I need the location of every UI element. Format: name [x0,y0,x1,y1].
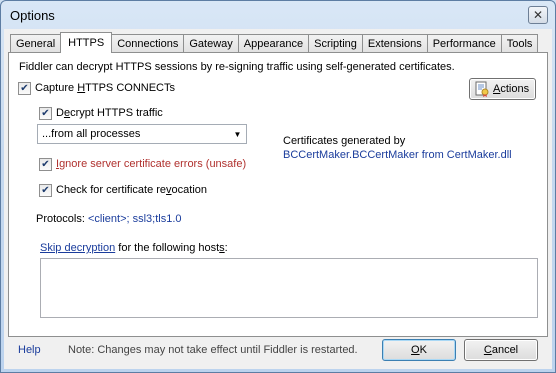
chevron-down-icon: ▼ [233,129,242,139]
capture-https-label[interactable]: Capture HTTPS CONNECTs [35,82,175,94]
close-button[interactable]: ✕ [528,6,548,24]
label-part: ancel [491,344,519,356]
tab-label: Appearance [243,37,304,50]
label-part: Capture [35,82,78,94]
tab-label: Gateway [189,37,233,50]
access-key: O [411,344,420,356]
tab-https[interactable]: HTTPS [60,32,113,53]
tab-label: Extensions [367,37,422,50]
dialog-client: General HTTPS Connections Gateway Appear… [4,29,552,369]
cert-info-line2: BCCertMaker.BCCertMaker from CertMaker.d… [283,149,512,161]
checkmark-icon: ✔ [41,158,50,170]
skip-decryption-row: Skip decryption for the following hosts: [40,242,228,254]
protocols-row: Protocols: <client>; ssl3;tls1.0 [36,213,182,225]
options-window: Options ✕ General HTTPS Connections Gate… [0,0,556,373]
tab-extensions[interactable]: Extensions [361,34,428,52]
help-link[interactable]: Help [18,344,41,356]
check-revocation-checkbox[interactable]: ✔ [39,184,52,197]
cancel-button[interactable]: Cancel [464,339,538,361]
checkmark-icon: ✔ [41,184,50,196]
actions-button[interactable]: Actions [469,78,536,100]
protocols-label: Protocols: [36,213,88,225]
label-part: crypt HTTPS traffic [70,107,163,119]
label-part: Check for certificate re [56,184,167,196]
tab-label: Tools [506,37,533,50]
tab-label: Performance [432,37,496,50]
skip-decryption-link[interactable]: Skip decryption [40,242,115,254]
decrypt-https-label[interactable]: Decrypt HTTPS traffic [56,107,163,119]
tab-label: Scripting [314,37,357,50]
tab-label: HTTPS [68,37,105,49]
label-part: K [419,344,427,356]
cancel-label: Cancel [484,344,518,356]
tab-label: General [16,37,56,50]
ignore-cert-errors-label[interactable]: Ignore server certificate errors (unsafe… [56,158,246,170]
tab-connections[interactable]: Connections [111,34,185,52]
intro-text: Fiddler can decrypt HTTPS sessions by re… [19,61,455,73]
decrypt-https-checkbox[interactable]: ✔ [39,107,52,120]
access-key: H [77,82,86,94]
process-filter-value: ...from all processes [42,128,141,140]
title-bar[interactable]: Options ✕ [1,1,555,29]
tab-strip: General HTTPS Connections Gateway Appear… [10,32,539,53]
tab-appearance[interactable]: Appearance [237,34,310,52]
label-part: ctions [500,83,530,95]
cert-info-line1: Certificates generated by [283,135,406,147]
capture-https-checkbox[interactable]: ✔ [18,82,31,95]
label-part: for the following host [115,242,220,254]
tab-scripting[interactable]: Scripting [308,34,363,52]
label-part: D [56,107,64,119]
ok-label: OK [411,344,427,356]
access-key: C [483,344,492,356]
tab-gateway[interactable]: Gateway [183,34,239,52]
process-filter-dropdown[interactable]: ...from all processes ▼ [37,124,247,144]
window-title: Options [10,8,55,23]
tab-performance[interactable]: Performance [426,34,502,52]
close-icon: ✕ [532,8,544,22]
checkmark-icon: ✔ [41,107,50,119]
label-part: TTPS CONNECTs [85,82,175,94]
certificate-icon [475,81,489,97]
checkmark-icon: ✔ [20,82,29,94]
label-part: gnore server certificate errors (unsafe) [59,158,247,170]
tab-label: Connections [117,37,179,50]
label-part: : [224,242,228,254]
check-revocation-label[interactable]: Check for certificate revocation [56,184,207,196]
actions-label: Actions [493,83,529,95]
ignore-cert-errors-checkbox[interactable]: ✔ [39,158,52,171]
skip-hosts-textarea[interactable] [40,258,538,318]
tab-tools[interactable]: Tools [500,34,539,52]
tab-general[interactable]: General [10,34,62,52]
label-part: ocation [171,184,208,196]
restart-note: Note: Changes may not take effect until … [68,344,358,356]
https-panel: Fiddler can decrypt HTTPS sessions by re… [8,52,548,337]
ok-button[interactable]: OK [382,339,456,361]
protocols-value[interactable]: <client>; ssl3;tls1.0 [88,213,182,225]
